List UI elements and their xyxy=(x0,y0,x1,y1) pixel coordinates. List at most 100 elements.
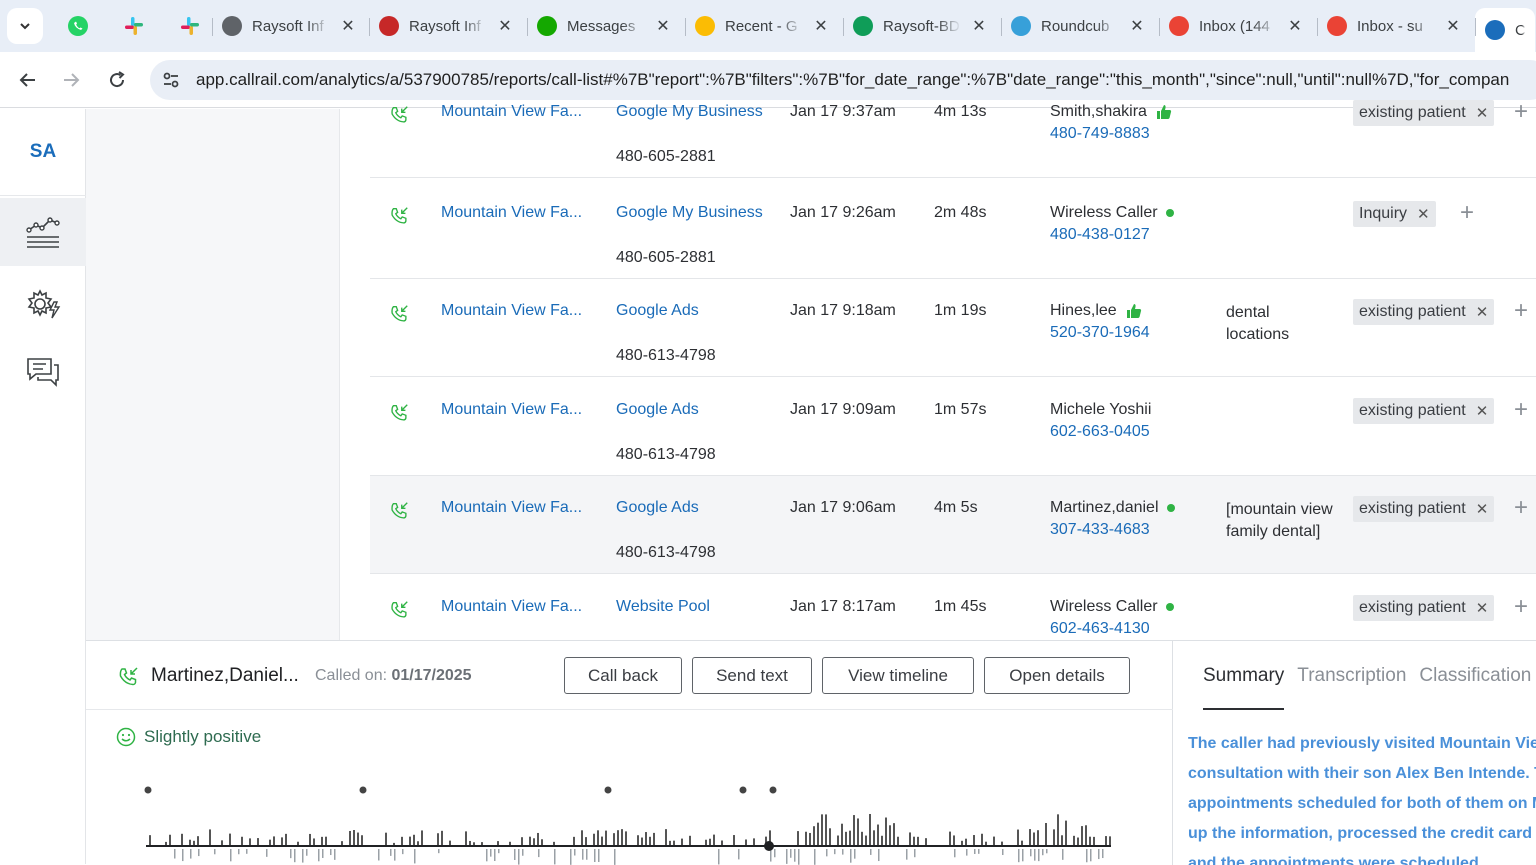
browser-tab[interactable]: C xyxy=(1475,8,1535,52)
source-link[interactable]: Google Ads xyxy=(616,499,699,517)
browser-tab[interactable]: Inbox - su ✕ xyxy=(1317,8,1475,44)
nav-settings[interactable] xyxy=(0,270,86,338)
browser-tab[interactable]: Raysoft Inf ✕ xyxy=(212,8,369,44)
playhead-handle[interactable] xyxy=(764,841,774,851)
waveform-bar xyxy=(978,849,980,854)
waveform-bar xyxy=(582,849,584,860)
tag-chip: existing patient ✕ xyxy=(1353,496,1495,522)
nav-conversations[interactable] xyxy=(0,338,86,406)
waveform-bar xyxy=(533,838,535,845)
source-link[interactable]: Website Pool xyxy=(616,598,710,616)
waveform-bar xyxy=(621,829,623,845)
waveform-bar xyxy=(169,834,171,845)
waveform-bar xyxy=(417,841,419,845)
remove-tag-icon[interactable]: ✕ xyxy=(1417,205,1430,223)
caller-phone-link[interactable]: 602-663-0405 xyxy=(1050,423,1150,441)
tab-close-icon[interactable]: ✕ xyxy=(971,16,987,36)
company-link[interactable]: Mountain View Fa... xyxy=(441,302,591,320)
tab-close-icon[interactable]: ✕ xyxy=(655,16,671,36)
waveform-marker[interactable] xyxy=(604,786,612,794)
remove-tag-icon[interactable]: ✕ xyxy=(1476,500,1489,518)
view-timeline-button[interactable]: View timeline xyxy=(822,657,974,694)
source-link[interactable]: Google My Business xyxy=(616,204,763,222)
company-link[interactable]: Mountain View Fa... xyxy=(441,499,591,517)
waveform-marker[interactable] xyxy=(144,786,152,794)
waveform-bar xyxy=(414,849,416,864)
call-row[interactable]: Mountain View Fa... Google Ads 480-613-479… xyxy=(370,279,1536,377)
tab-close-icon[interactable]: ✕ xyxy=(813,16,829,36)
waveform-marker[interactable] xyxy=(769,786,777,794)
tab-classification[interactable]: Classification xyxy=(1419,641,1531,710)
pinned-tab-slack-2[interactable] xyxy=(168,8,212,44)
call-row[interactable]: Mountain View Fa... Website Pool Jan 17 8:… xyxy=(370,575,1536,640)
remove-tag-icon[interactable]: ✕ xyxy=(1476,303,1489,321)
tab-transcription[interactable]: Transcription xyxy=(1297,641,1406,710)
add-tag-button[interactable]: + xyxy=(1460,199,1474,227)
tab-close-icon[interactable]: ✕ xyxy=(497,16,513,36)
browser-tab[interactable]: Inbox (144 ✕ xyxy=(1159,8,1317,44)
account-switcher[interactable]: SA xyxy=(0,109,86,196)
browser-tab[interactable]: Roundcub ✕ xyxy=(1001,8,1159,44)
send-text-button[interactable]: Send text xyxy=(692,657,812,694)
browser-tab[interactable]: Raysoft Inf ✕ xyxy=(369,8,527,44)
source-link[interactable]: Google Ads xyxy=(616,302,699,320)
caller-phone-link[interactable]: 480-749-8883 xyxy=(1050,125,1150,143)
back-button[interactable] xyxy=(10,62,46,98)
caller-phone-link[interactable]: 602-463-4130 xyxy=(1050,620,1150,638)
company-link[interactable]: Mountain View Fa... xyxy=(441,103,591,121)
add-tag-button[interactable]: + xyxy=(1514,396,1528,424)
tab-title: Raysoft Inf xyxy=(409,17,481,35)
tab-title: Inbox - su xyxy=(1357,17,1423,35)
tag-chip: existing patient ✕ xyxy=(1353,299,1495,325)
caller-phone-link[interactable]: 480-438-0127 xyxy=(1050,226,1150,244)
call-row[interactable]: Mountain View Fa... Google Ads 480-613-479… xyxy=(370,476,1536,574)
waveform-bar xyxy=(498,849,500,854)
add-tag-button[interactable]: + xyxy=(1514,593,1528,621)
remove-tag-icon[interactable]: ✕ xyxy=(1476,599,1489,617)
waveform-bar xyxy=(966,849,968,856)
waveform-bar xyxy=(449,840,451,845)
source-link[interactable]: Google Ads xyxy=(616,401,699,419)
call-audio-waveform[interactable] xyxy=(141,779,1116,865)
call-row[interactable]: Mountain View Fa... Google Ads 480-613-479… xyxy=(370,378,1536,476)
nav-analytics[interactable] xyxy=(0,198,86,266)
call-row[interactable]: Mountain View Fa... Google My Business 480… xyxy=(370,80,1536,178)
tab-close-icon[interactable]: ✕ xyxy=(1129,16,1145,36)
waveform-marker[interactable] xyxy=(739,786,747,794)
caller-phone-link[interactable]: 520-370-1964 xyxy=(1050,324,1150,342)
company-link[interactable]: Mountain View Fa... xyxy=(441,598,591,616)
browser-tab[interactable]: Messages ✕ xyxy=(527,8,685,44)
company-link[interactable]: Mountain View Fa... xyxy=(441,401,591,419)
waveform-bar xyxy=(721,840,723,845)
add-tag-button[interactable]: + xyxy=(1514,494,1528,522)
tab-search-button[interactable] xyxy=(7,8,43,44)
browser-tab[interactable]: Recent - G ✕ xyxy=(685,8,843,44)
add-tag-button[interactable]: + xyxy=(1514,98,1528,126)
call-row[interactable]: Mountain View Fa... Google My Business 480… xyxy=(370,181,1536,279)
caller-phone-link[interactable]: 307-433-4683 xyxy=(1050,521,1150,539)
remove-tag-icon[interactable]: ✕ xyxy=(1476,104,1489,122)
reload-button[interactable] xyxy=(99,62,135,98)
company-link[interactable]: Mountain View Fa... xyxy=(441,204,591,222)
remove-tag-icon[interactable]: ✕ xyxy=(1476,402,1489,420)
waveform-bar xyxy=(733,835,735,845)
open-details-button[interactable]: Open details xyxy=(984,657,1130,694)
forward-button[interactable] xyxy=(53,62,89,98)
site-info-button[interactable] xyxy=(158,67,184,93)
tab-close-icon[interactable]: ✕ xyxy=(1287,16,1303,36)
tab-summary[interactable]: Summary xyxy=(1203,641,1285,710)
pinned-tab-slack-1[interactable] xyxy=(112,8,156,44)
tab-close-icon[interactable]: ✕ xyxy=(340,16,356,36)
waveform-bar xyxy=(230,849,232,862)
waveform-bar xyxy=(190,849,192,859)
browser-tab[interactable]: Raysoft-BD ✕ xyxy=(843,8,1001,44)
tab-close-icon[interactable]: ✕ xyxy=(1445,16,1461,36)
summary-line: consultation with their son Alex Ben Int… xyxy=(1188,765,1536,782)
call-back-button[interactable]: Call back xyxy=(564,657,682,694)
source-link[interactable]: Google My Business xyxy=(616,103,763,121)
waveform-marker[interactable] xyxy=(359,786,367,794)
pinned-tab-whatsapp[interactable] xyxy=(56,8,100,44)
add-tag-button[interactable]: + xyxy=(1514,297,1528,325)
waveform-bar xyxy=(257,838,259,845)
tracking-number: 480-605-2881 xyxy=(616,148,716,165)
